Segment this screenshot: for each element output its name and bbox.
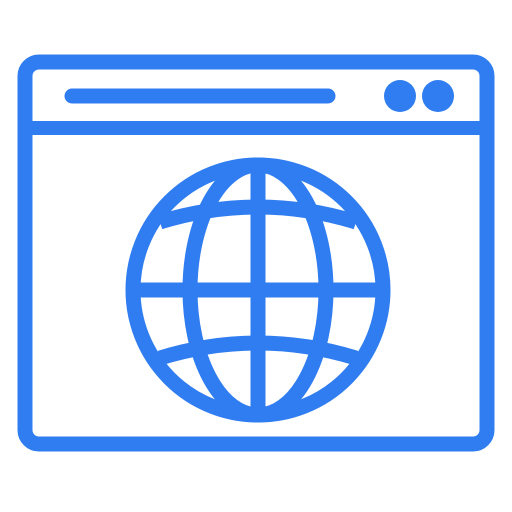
- browser-globe-icon-canvas: [0, 0, 512, 512]
- window-control-dot-1: [384, 80, 416, 112]
- browser-window-globe-icon: [17, 54, 495, 452]
- globe-icon: [125, 157, 391, 423]
- window-control-dot-2: [422, 80, 454, 112]
